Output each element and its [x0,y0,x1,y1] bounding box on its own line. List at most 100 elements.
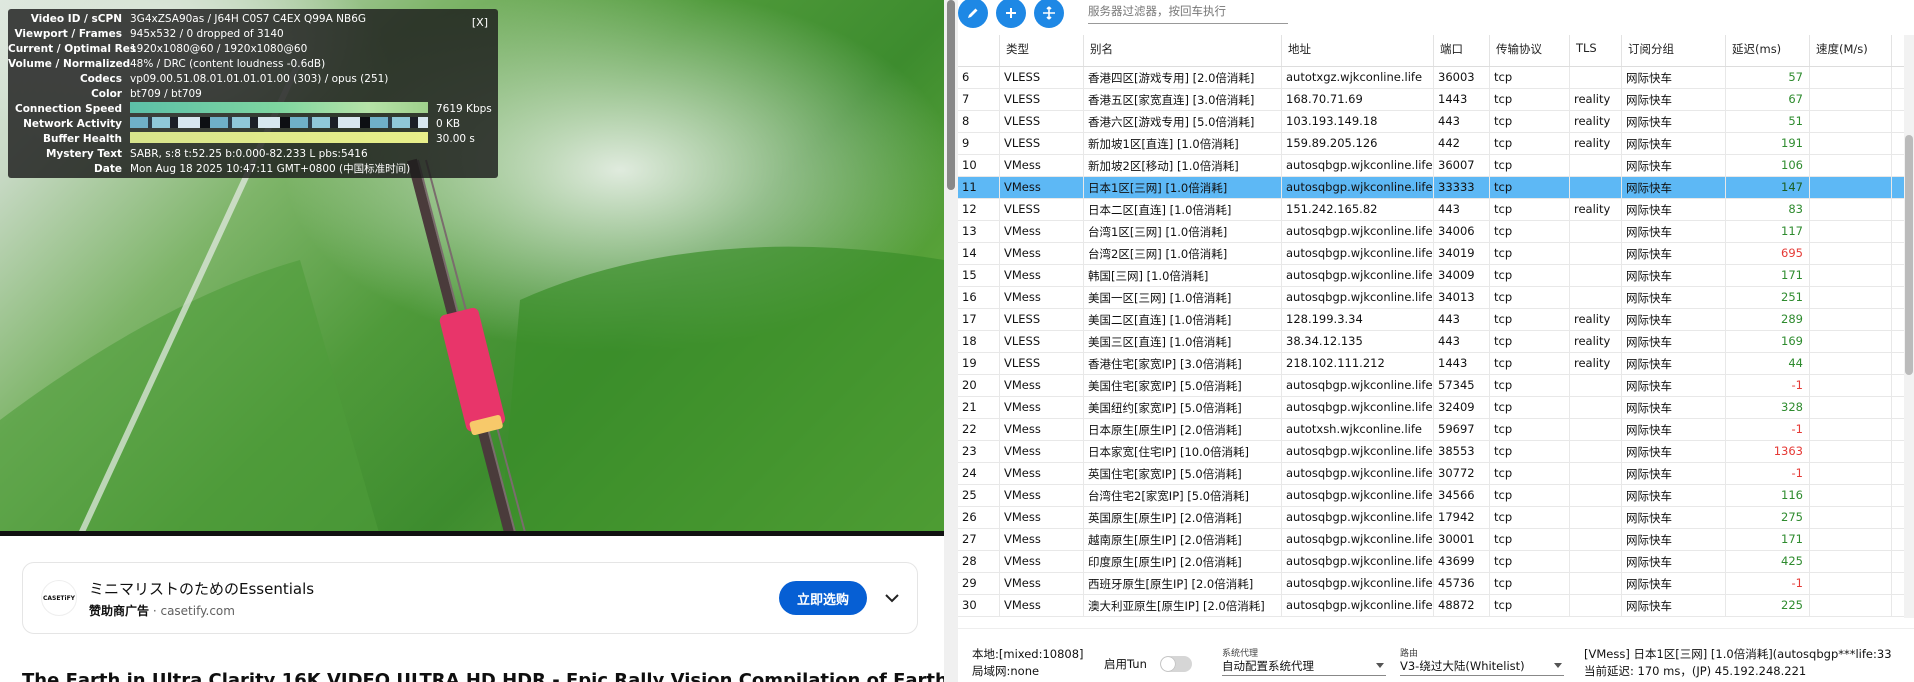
table-row[interactable]: 25 VMess 台湾住宅2[家宽IP] [5.0倍消耗] autosqbgp.wjk… [958,485,1904,507]
table-row[interactable]: 26 VMess 英国原生[原生IP] [2.0倍消耗] autosqbgp.wjkc… [958,507,1904,529]
row-type: VLESS [1000,309,1084,330]
row-index: 10 [958,155,1000,176]
row-group: 网际快车 [1622,221,1726,242]
row-tls [1570,67,1622,88]
ad-shop-now-button[interactable]: 立即选购 [779,581,867,615]
column-header-address[interactable]: 地址 [1282,35,1434,66]
stats-value: 0 KB [130,117,498,132]
edit-server-button[interactable] [958,0,988,28]
row-tls [1570,221,1622,242]
row-speed [1810,507,1892,528]
row-port: 17942 [1434,507,1490,528]
row-speed [1810,529,1892,550]
table-row[interactable]: 13 VMess 台湾1区[三网] [1.0倍消耗] autosqbgp.wjkcon… [958,221,1904,243]
row-tls: reality [1570,331,1622,352]
stats-key: Mystery Text [45,148,122,160]
row-address: autosqbgp.wjkconline.life [1282,595,1434,616]
table-row[interactable]: 21 VMess 美国纽约[家宽IP] [5.0倍消耗] autosqbgp.wjkc… [958,397,1904,419]
table-row[interactable]: 17 VLESS 美国二区[直连] [1.0倍消耗] 128.199.3.34 443 t… [958,309,1904,331]
column-header-index[interactable] [958,35,1000,66]
current-server-label: [VMess] 日本1区[三网] [1.0倍消耗](autosqbgp***li… [1584,647,1892,661]
column-header-type[interactable]: 类型 [1000,35,1084,66]
row-port: 48872 [1434,595,1490,616]
row-latency: 191 [1726,133,1810,154]
route-value: V3-绕过大陆(Whitelist) [1400,659,1525,673]
column-header-group[interactable]: 订阅分组 [1622,35,1726,66]
row-transport: tcp [1490,199,1570,220]
connection-speed-bar [130,102,428,113]
row-group: 网际快车 [1622,551,1726,572]
move-server-button[interactable] [1034,0,1064,28]
row-type: VMess [1000,221,1084,242]
column-header-alias[interactable]: 别名 [1084,35,1282,66]
row-speed [1810,463,1892,484]
sponsored-ad-card[interactable]: CASETiFY ミニマリストのためのEssentials 赞助商广告 · ca… [22,562,918,634]
stats-key: Connection Speed [14,103,122,115]
table-scrollbar[interactable] [1904,35,1914,618]
row-latency: 169 [1726,331,1810,352]
column-header-port[interactable]: 端口 [1434,35,1490,66]
table-row[interactable]: 8 VLESS 香港六区[游戏专用] [5.0倍消耗] 103.193.149.18 4… [958,111,1904,133]
row-speed [1810,595,1892,616]
row-type: VMess [1000,529,1084,550]
table-row[interactable]: 29 VMess 西班牙原生[原生IP] [2.0倍消耗] autosqbgp.wjk… [958,573,1904,595]
table-row[interactable]: 6 VLESS 香港四区[游戏专用] [2.0倍消耗] autotxgz.wjkcon… [958,67,1904,89]
stats-row: Viewport / Frames 945x532 / 0 dropped of … [8,27,498,42]
row-port: 45736 [1434,573,1490,594]
row-alias: 日本原生[原生IP] [2.0倍消耗] [1084,419,1282,440]
table-row[interactable]: 28 VMess 印度原生[原生IP] [2.0倍消耗] autosqbgp.wjkc… [958,551,1904,573]
table-row[interactable]: 18 VLESS 美国三区[直连] [1.0倍消耗] 38.34.12.135 443 t… [958,331,1904,353]
table-row[interactable]: 16 VMess 美国一区[三网] [1.0倍消耗] autosqbgp.wjkcon… [958,287,1904,309]
scrollbar-thumb[interactable] [947,0,955,190]
table-row[interactable]: 10 VMess 新加坡2区[移动] [1.0倍消耗] autosqbgp.wjkco… [958,155,1904,177]
column-header-latency[interactable]: 延迟(ms) [1726,35,1810,66]
row-port: 34019 [1434,243,1490,264]
row-address: autosqbgp.wjkconline.life [1282,177,1434,198]
stats-key: Viewport / Frames [14,28,122,40]
row-transport: tcp [1490,309,1570,330]
table-row[interactable]: 22 VMess 日本原生[原生IP] [2.0倍消耗] autotxsh.wjkco… [958,419,1904,441]
stats-value: 7619 Kbps [130,102,498,117]
table-row[interactable]: 11 VMess 日本1区[三网] [1.0倍消耗] autosqbgp.wjkcon… [958,177,1904,199]
row-transport: tcp [1490,485,1570,506]
row-index: 25 [958,485,1000,506]
table-row[interactable]: 27 VMess 越南原生[原生IP] [2.0倍消耗] autosqbgp.wjkc… [958,529,1904,551]
tun-label: 启用Tun [1104,657,1147,671]
row-tls [1570,573,1622,594]
table-row[interactable]: 7 VLESS 香港五区[家宽直连] [3.0倍消耗] 168.70.71.69 144… [958,89,1904,111]
table-row[interactable]: 12 VLESS 日本二区[直连] [1.0倍消耗] 151.242.165.82 44… [958,199,1904,221]
row-tls [1570,595,1622,616]
row-group: 网际快车 [1622,485,1726,506]
column-header-transport[interactable]: 传输协议 [1490,35,1570,66]
chevron-down-icon[interactable] [881,587,903,609]
table-row[interactable]: 19 VLESS 香港住宅[家宽IP] [3.0倍消耗] 218.102.111.21… [958,353,1904,375]
row-group: 网际快车 [1622,199,1726,220]
page-scrollbar[interactable] [944,0,958,682]
table-row[interactable]: 9 VLESS 新加坡1区[直连] [1.0倍消耗] 159.89.205.126 44… [958,133,1904,155]
table-scrollbar-thumb[interactable] [1905,135,1913,375]
table-row[interactable]: 14 VMess 台湾2区[三网] [1.0倍消耗] autosqbgp.wjkcon… [958,243,1904,265]
stats-row: Date Mon Aug 18 2025 10:47:11 GMT+0800 (中… [8,162,498,177]
row-alias: 美国一区[三网] [1.0倍消耗] [1084,287,1282,308]
column-header-speed[interactable]: 速度(M/s) [1810,35,1892,66]
sysproxy-select[interactable]: 自动配置系统代理 [1222,658,1386,676]
row-type: VMess [1000,441,1084,462]
row-type: VLESS [1000,199,1084,220]
row-speed [1810,243,1892,264]
row-latency: 51 [1726,111,1810,132]
column-header-tls[interactable]: TLS [1570,35,1622,66]
add-server-button[interactable] [996,0,1026,28]
ad-title[interactable]: ミニマリストのためのEssentials [89,578,314,599]
server-filter-input[interactable]: 服务器过滤器，按回车执行 [1088,2,1288,24]
table-row[interactable]: 20 VMess 美国住宅[家宽IP] [5.0倍消耗] autosqbgp.wjkc… [958,375,1904,397]
row-port: 34566 [1434,485,1490,506]
table-row[interactable]: 23 VMess 日本家宽[住宅IP] [10.0倍消耗] autosqbgp.wjk… [958,441,1904,463]
table-row[interactable]: 24 VMess 英国住宅[家宽IP] [5.0倍消耗] autosqbgp.wjkc… [958,463,1904,485]
video-player[interactable]: [X] Video ID / sCPN 3G4xZSA90as / J64H C0… [0,0,944,536]
tun-toggle[interactable] [1160,656,1192,672]
network-activity-value: 0 KB [436,118,461,130]
route-select[interactable]: V3-绕过大陆(Whitelist) [1400,658,1564,676]
table-row[interactable]: 30 VMess 澳大利亚原生[原生IP] [2.0倍消耗] autosqbgp.wj… [958,595,1904,617]
table-row[interactable]: 15 VMess 韩国[三网] [1.0倍消耗] autosqbgp.wjkconli… [958,265,1904,287]
stats-value: vp09.00.51.08.01.01.01.01.00 (303) / opu… [130,73,389,85]
